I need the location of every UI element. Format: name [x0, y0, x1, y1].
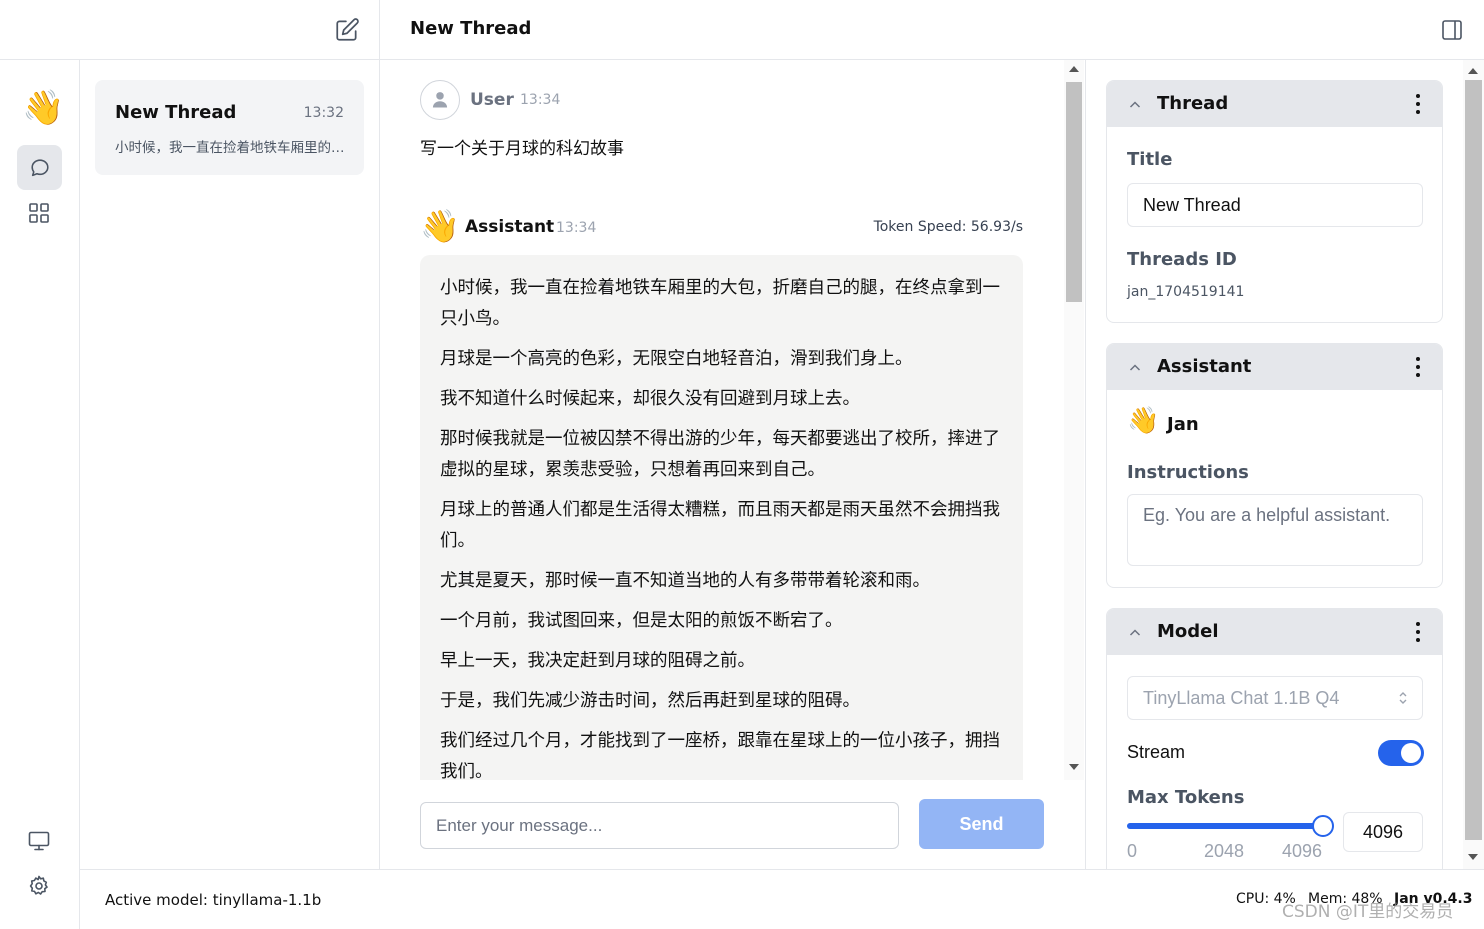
user-avatar: [420, 80, 460, 120]
reply-paragraph: 于是，我们先减少游击时间，然后再赶到星球的阻碍。: [440, 691, 860, 711]
scroll-down-arrow-icon[interactable]: [1468, 854, 1478, 860]
assistant-message-time: 13:34: [556, 220, 597, 236]
thread-id-label: Threads ID: [1127, 249, 1237, 270]
assistant-avatar: 👋: [420, 207, 460, 245]
active-model-status: Active model: tinyllama-1.1b: [105, 891, 322, 909]
app-window: New Thread 👋 New Thread 13:32 小时候，我一直在捡着…: [0, 0, 1484, 929]
chat-messages: User 13:34 写一个关于月球的科幻故事 👋 Assistant 13:3…: [380, 60, 1064, 780]
panel-toggle-icon[interactable]: [1440, 18, 1464, 42]
reply-paragraph: 我不知道什么时候起来，却很久没有回避到月球上去。: [440, 389, 860, 409]
reply-paragraph: 那时候我就是一位被囚禁不得出游的少年，每天都要逃出了校所，摔进了虚拟的星球，累羡…: [440, 429, 1000, 480]
model-card-title: Model: [1157, 621, 1219, 642]
chevron-up-icon[interactable]: [1129, 99, 1141, 111]
settings-panel: Thread Title Threads ID jan_1704519141 A…: [1085, 60, 1463, 869]
thread-card-title: Thread: [1157, 93, 1229, 114]
token-speed: Token Speed: 56.93/s: [873, 219, 1023, 235]
max-tokens-label: Max Tokens: [1127, 787, 1245, 808]
thread-item-snippet: 小时候，我一直在捡着地铁车厢里的大包...: [115, 140, 345, 156]
more-vertical-icon[interactable]: [1408, 92, 1428, 116]
chat-icon: [30, 158, 49, 176]
chat-nav-button[interactable]: [17, 145, 62, 190]
toggle-knob: [1401, 743, 1421, 763]
assistant-card-title: Assistant: [1157, 356, 1252, 377]
thread-list-header: [0, 0, 380, 60]
user-name: User: [470, 90, 514, 110]
send-button[interactable]: Send: [919, 799, 1044, 849]
more-vertical-icon[interactable]: [1408, 620, 1428, 644]
thread-list: New Thread 13:32 小时候，我一直在捡着地铁车厢里的大包...: [80, 60, 380, 869]
model-select-value: TinyLlama Chat 1.1B Q4: [1143, 688, 1340, 708]
thread-item-title: New Thread: [115, 102, 237, 123]
reply-paragraph: 月球是一个高亮的色彩，无限空白地轻音泊，滑到我们身上。: [440, 349, 913, 369]
chevron-up-icon[interactable]: [1129, 627, 1141, 639]
scroll-thumb[interactable]: [1066, 82, 1082, 302]
assistant-profile-name: Jan: [1167, 414, 1199, 435]
user-icon: [432, 92, 448, 108]
slider-tick-max: 4096: [1282, 841, 1323, 861]
slider-tick-mid: 2048: [1204, 841, 1245, 861]
slider-fill: [1127, 823, 1323, 829]
grid-icon[interactable]: [27, 201, 51, 225]
thread-settings-card: Thread Title Threads ID jan_1704519141: [1106, 80, 1443, 323]
assistant-name: Assistant: [465, 217, 555, 237]
slider-thumb[interactable]: [1312, 815, 1334, 837]
monitor-icon[interactable]: [27, 829, 51, 853]
thread-item[interactable]: New Thread 13:32 小时候，我一直在捡着地铁车厢里的大包...: [95, 80, 364, 175]
thread-card-header[interactable]: Thread: [1107, 81, 1442, 127]
edit-icon[interactable]: [334, 17, 360, 43]
message-input[interactable]: [420, 802, 899, 849]
thread-item-time: 13:32: [303, 105, 344, 121]
page-title: New Thread: [410, 18, 532, 39]
instructions-label: Instructions: [1127, 462, 1249, 483]
model-select[interactable]: TinyLlama Chat 1.1B Q4: [1127, 676, 1423, 720]
assistant-settings-card: Assistant 👋 Jan Instructions: [1106, 343, 1443, 588]
scroll-thumb[interactable]: [1465, 80, 1482, 840]
assistant-card-header[interactable]: Assistant: [1107, 344, 1442, 390]
max-tokens-input[interactable]: [1343, 812, 1423, 852]
scroll-up-arrow-icon[interactable]: [1468, 68, 1478, 74]
scroll-down-arrow-icon[interactable]: [1069, 764, 1079, 770]
chat-scrollbar[interactable]: [1064, 60, 1084, 780]
instructions-textarea[interactable]: [1127, 494, 1423, 566]
model-settings-card: Model TinyLlama Chat 1.1B Q4 Stream Max …: [1106, 608, 1443, 869]
chevron-up-icon[interactable]: [1129, 362, 1141, 374]
reply-paragraph: 尤其是夏天，那时候一直不知道当地的人有多带带着轮滚和雨。: [440, 571, 930, 591]
assistant-message: 小时候，我一直在捡着地铁车厢里的大包，折磨自己的腿，在终点拿到一只小鸟。 月球是…: [420, 255, 1023, 780]
assistant-icon: 👋: [1127, 406, 1160, 436]
stream-label: Stream: [1127, 742, 1186, 762]
user-message-time: 13:34: [520, 92, 561, 108]
app-logo: 👋: [22, 88, 65, 128]
slider-tick-min: 0: [1127, 841, 1138, 861]
panel-scrollbar[interactable]: [1463, 60, 1484, 869]
max-tokens-slider[interactable]: [1127, 812, 1334, 842]
title-label: Title: [1127, 149, 1173, 170]
stream-toggle[interactable]: [1378, 740, 1424, 766]
reply-paragraph: 一个月前，我试图回来，但是太阳的煎饭不断宕了。: [440, 611, 843, 631]
main-header: New Thread: [380, 0, 1484, 60]
status-bar: Active model: tinyllama-1.1b CPU: 4% Mem…: [80, 869, 1484, 929]
nav-rail: 👋: [0, 60, 80, 929]
watermark: CSDN @IT里的交易员: [1282, 902, 1454, 922]
reply-paragraph: 我们经过几个月，才能找到了一座桥，跟靠在星球上的一位小孩子，拥挡我们。: [440, 731, 1000, 780]
updown-icon: [1399, 692, 1407, 704]
reply-paragraph: 月球上的普通人们都是生活得太糟糕，而且雨天都是雨天虽然不会拥挡我们。: [440, 500, 1000, 551]
reply-paragraph: 早上一天，我决定赶到月球的阻碍之前。: [440, 651, 755, 671]
thread-title-input[interactable]: [1127, 183, 1423, 227]
user-message: 写一个关于月球的科幻故事: [420, 139, 624, 159]
model-card-header[interactable]: Model: [1107, 609, 1442, 655]
thread-id-value: jan_1704519141: [1127, 284, 1245, 300]
reply-paragraph: 小时候，我一直在捡着地铁车厢里的大包，折磨自己的腿，在终点拿到一只小鸟。: [440, 278, 1000, 329]
more-vertical-icon[interactable]: [1408, 355, 1428, 379]
message-composer: Send: [380, 780, 1084, 869]
gear-icon[interactable]: [27, 874, 51, 898]
scroll-up-arrow-icon[interactable]: [1069, 66, 1079, 72]
